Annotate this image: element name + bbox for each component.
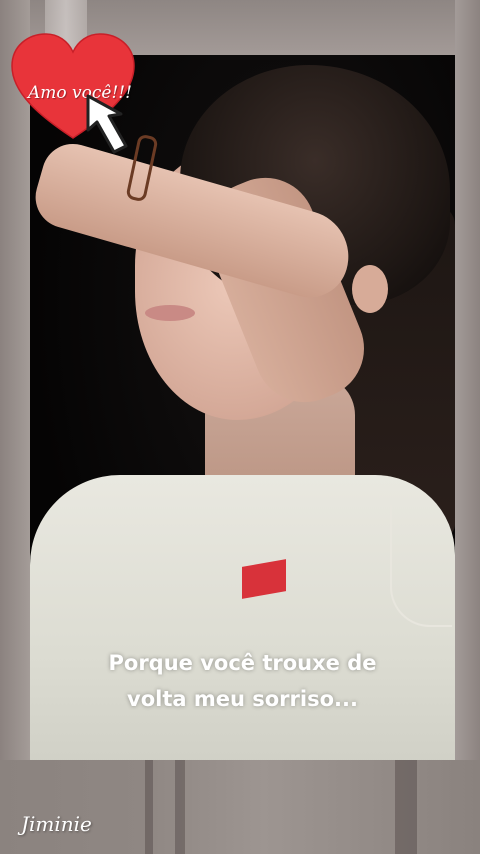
watermark: Jiminie [21, 812, 92, 836]
caption: Porque você trouxe de volta meu sorriso.… [30, 645, 455, 717]
ear-shape [352, 265, 388, 313]
bottom-frame-strip [0, 760, 480, 854]
right-frame-bar [455, 0, 480, 854]
pointer-arrow-icon [86, 94, 128, 154]
stripe [145, 760, 153, 854]
stripe [395, 760, 417, 854]
caption-line-2: volta meu sorriso... [127, 687, 358, 711]
earphone-wire [390, 505, 452, 627]
lips-shape [145, 305, 195, 321]
caption-line-1: Porque você trouxe de [108, 651, 377, 675]
stripe [175, 760, 185, 854]
